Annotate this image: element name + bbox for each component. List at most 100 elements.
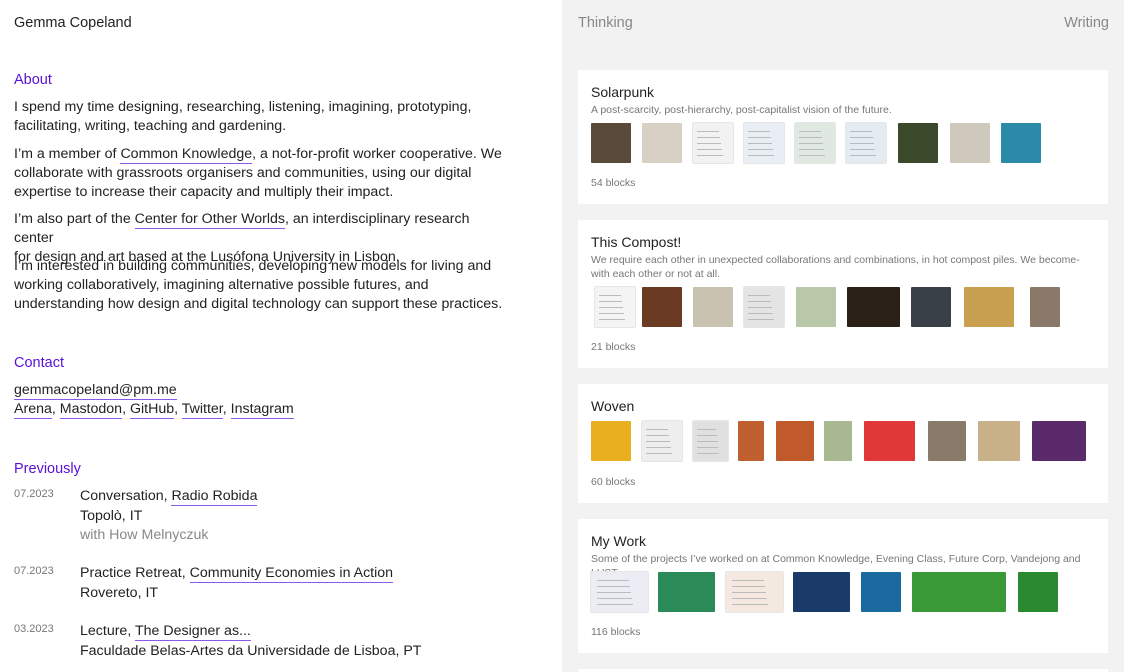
text-fragment: I’m a member of [14, 146, 121, 162]
block-thumbnail[interactable] [864, 421, 915, 461]
previously-heading: Previously [14, 461, 81, 477]
mastodon-link[interactable]: Mastodon [59, 401, 123, 419]
text-line: expertise to increase their capacity and… [14, 184, 394, 200]
profile-column: Gemma Copeland About I spend my time des… [0, 0, 562, 672]
center-for-other-worlds-link[interactable]: Center for Other Worlds [134, 211, 285, 229]
block-count: 116 blocks [591, 626, 641, 638]
block-thumbnail[interactable] [794, 122, 836, 164]
common-knowledge-link[interactable]: Common Knowledge [120, 146, 253, 164]
block-thumbnail[interactable] [1030, 287, 1060, 327]
event-place: Faculdade Belas-Artes da Universidade de… [80, 642, 422, 659]
text-line: I’m a member of Common Knowledge, a not-… [14, 145, 504, 164]
block-thumbnail[interactable] [1018, 572, 1058, 612]
event-link[interactable]: Community Economies in Action [189, 565, 394, 583]
about-heading: About [14, 72, 52, 88]
channel-title[interactable]: Solarpunk [591, 84, 654, 100]
channel-title[interactable]: My Work [591, 533, 646, 549]
twitter-link[interactable]: Twitter [181, 401, 223, 419]
block-thumbnail[interactable] [594, 286, 636, 328]
arena-link[interactable]: Arena [14, 401, 52, 419]
event-date: 07.2023 [14, 565, 54, 577]
nav-writing[interactable]: Writing [1064, 15, 1109, 31]
block-thumbnail[interactable] [658, 572, 715, 612]
block-thumbnail[interactable] [847, 287, 900, 327]
separator: , [122, 401, 130, 417]
block-thumbnail[interactable] [1032, 421, 1086, 461]
channel-card-my-work[interactable]: My Work Some of the projects I’ve worked… [578, 519, 1108, 653]
event-title: Conversation, Radio Robida [80, 487, 258, 507]
block-thumbnail[interactable] [692, 420, 729, 462]
text-fragment: , a not-for-profit worker cooperative. W… [252, 146, 502, 162]
about-paragraph-1: I spend my time designing, researching, … [14, 98, 504, 136]
channel-title[interactable]: Woven [591, 398, 634, 414]
block-thumbnail[interactable] [738, 421, 764, 461]
block-thumbnail[interactable] [911, 287, 951, 327]
channel-title[interactable]: This Compost! [591, 234, 681, 250]
event-type: Conversation, [80, 488, 172, 504]
text-line: understanding how design and digital tec… [14, 296, 503, 312]
event-place: Topolò, IT [80, 507, 143, 524]
event-date: 03.2023 [14, 623, 54, 635]
event-note: with How Melnyczuk [80, 527, 209, 543]
block-thumbnail[interactable] [693, 287, 733, 327]
event-title: Practice Retreat, Community Economies in… [80, 564, 394, 584]
email-link[interactable]: gemmacopeland@pm.me [14, 382, 177, 400]
block-thumbnail[interactable] [743, 122, 785, 164]
block-count: 54 blocks [591, 177, 636, 189]
social-links: Arena, Mastodon, GitHub, Twitter, Instag… [14, 400, 294, 419]
channel-description: We require each other in unexpected coll… [591, 254, 1080, 280]
event-link[interactable]: Radio Robida [171, 488, 258, 506]
text-line: I’m interested in building communities, … [14, 258, 492, 274]
separator: , [222, 401, 231, 417]
block-thumbnail[interactable] [591, 421, 631, 461]
contact-block: gemmacopeland@pm.me Arena, Mastodon, Git… [14, 381, 294, 419]
text-line: working collaboratively, imagining alter… [14, 277, 429, 293]
block-thumbnail[interactable] [590, 571, 649, 613]
event-title: Lecture, The Designer as... [80, 622, 421, 642]
block-thumbnail[interactable] [743, 286, 785, 328]
block-count: 21 blocks [591, 341, 636, 353]
text-line: I spend my time designing, researching, … [14, 99, 472, 115]
block-thumbnail[interactable] [692, 122, 734, 164]
block-thumbnail[interactable] [642, 123, 682, 163]
block-thumbnail[interactable] [861, 572, 901, 612]
block-thumbnail[interactable] [641, 420, 683, 462]
block-thumbnail[interactable] [950, 123, 990, 163]
nav-thinking[interactable]: Thinking [578, 15, 633, 31]
text-fragment: I’m also part of the [14, 211, 135, 227]
event-place: Rovereto, IT [80, 584, 159, 601]
separator: , [174, 401, 182, 417]
event-date: 07.2023 [14, 488, 54, 500]
block-thumbnail[interactable] [796, 287, 836, 327]
separator: , [51, 401, 60, 417]
event-link[interactable]: The Designer as... [134, 623, 251, 641]
site-name[interactable]: Gemma Copeland [14, 15, 132, 31]
event-type: Lecture, [80, 623, 135, 639]
block-thumbnail[interactable] [725, 571, 784, 613]
instagram-link[interactable]: Instagram [230, 401, 294, 419]
about-paragraph-2: I’m a member of Common Knowledge, a not-… [14, 145, 504, 202]
event-type: Practice Retreat, [80, 565, 190, 581]
block-thumbnail[interactable] [824, 421, 852, 461]
text-line: collaborate with grassroots organisers a… [14, 165, 472, 181]
channel-description: A post-scarcity, post-hierarchy, post-ca… [591, 104, 892, 116]
block-thumbnail[interactable] [964, 287, 1014, 327]
text-line: facilitating, writing, teaching and gard… [14, 118, 287, 134]
contact-heading: Contact [14, 355, 64, 371]
block-thumbnail[interactable] [591, 123, 631, 163]
block-thumbnail[interactable] [928, 421, 966, 461]
block-thumbnail[interactable] [1001, 123, 1041, 163]
block-thumbnail[interactable] [642, 287, 682, 327]
github-link[interactable]: GitHub [129, 401, 175, 419]
block-thumbnail[interactable] [776, 421, 814, 461]
text-line: I’m also part of the Center for Other Wo… [14, 210, 504, 248]
channel-card-this-compost[interactable]: This Compost! We require each other in u… [578, 220, 1108, 368]
block-thumbnail[interactable] [978, 421, 1020, 461]
block-thumbnail[interactable] [793, 572, 850, 612]
block-thumbnail[interactable] [845, 122, 887, 164]
block-thumbnail[interactable] [898, 123, 938, 163]
about-paragraph-4: I’m interested in building communities, … [14, 257, 504, 314]
channel-card-solarpunk[interactable]: Solarpunk A post-scarcity, post-hierarch… [578, 70, 1108, 204]
channel-card-woven[interactable]: Woven 60 blocks [578, 384, 1108, 503]
block-thumbnail[interactable] [912, 572, 1006, 612]
